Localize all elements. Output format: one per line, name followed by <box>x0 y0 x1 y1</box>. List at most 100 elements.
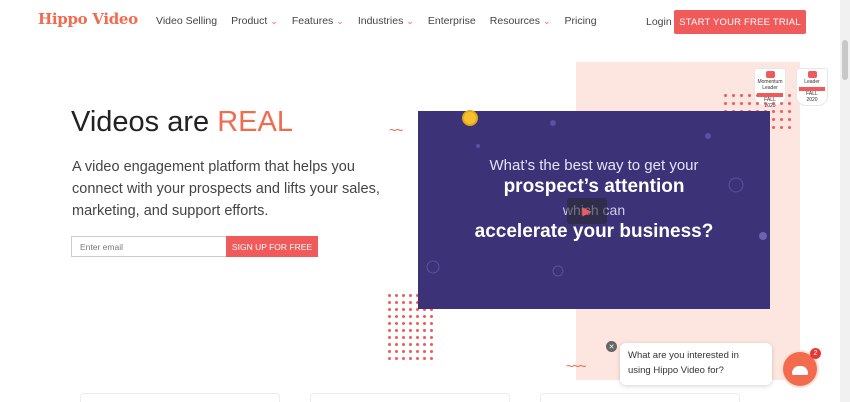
decorative-dot <box>788 110 791 113</box>
decorative-dot <box>748 102 751 105</box>
hero-subtitle: A video engagement platform that helps y… <box>72 159 380 219</box>
decorative-dot <box>409 336 412 339</box>
g2-logo-icon <box>766 71 775 78</box>
decorative-dot <box>756 102 759 105</box>
decorative-dot <box>724 94 727 97</box>
decorative-dot <box>402 336 405 339</box>
decorative-dot <box>780 102 783 105</box>
signup-button[interactable]: SIGN UP FOR FREE <box>226 236 318 257</box>
hero-title: Videos are REAL <box>71 106 293 139</box>
nav-resources[interactable]: Resources ⌄ <box>490 15 551 27</box>
decorative-dot <box>724 102 727 105</box>
decorative-dot <box>430 343 433 346</box>
decorative-dot <box>416 350 419 353</box>
decorative-dot <box>423 343 426 346</box>
decorative-dot <box>388 350 391 353</box>
email-input[interactable]: Enter email <box>71 236 227 257</box>
decorative-dot <box>402 357 405 360</box>
decorative-dot <box>772 102 775 105</box>
badge-title: Momentum Leader <box>757 79 783 91</box>
decorative-dot <box>772 118 775 121</box>
badge-title: Leader <box>804 79 820 85</box>
decorative-dot <box>423 336 426 339</box>
decorative-dot <box>395 315 398 318</box>
decorative-dot <box>395 322 398 325</box>
decorative-dot <box>423 329 426 332</box>
decorative-dot <box>423 315 426 318</box>
close-icon[interactable]: ✕ <box>606 341 617 352</box>
decorative-dot <box>409 329 412 332</box>
page: Hippo Video Video Selling Product ⌄ Feat… <box>0 0 850 402</box>
chevron-down-icon: ⌄ <box>270 15 278 26</box>
decorative-dot <box>388 308 391 311</box>
coin-icon <box>462 110 478 126</box>
nav-label: Industries <box>357 15 404 27</box>
chevron-down-icon: ⌄ <box>406 15 414 26</box>
page-scrollbar[interactable] <box>840 0 850 402</box>
decorative-dot <box>732 102 735 105</box>
decorative-dot <box>740 94 743 97</box>
decorative-dot <box>764 94 767 97</box>
decorative-dot <box>388 336 391 339</box>
g2-badge-leader: Leader FALL 2020 <box>796 68 828 106</box>
decorative-dot <box>395 294 398 297</box>
decorative-dot <box>388 301 391 304</box>
nav-product[interactable]: Product ⌄ <box>231 15 278 27</box>
chat-message-bubble[interactable]: What are you interested in using Hippo V… <box>620 343 772 385</box>
decorative-dot <box>402 308 405 311</box>
decorative-dot <box>416 336 419 339</box>
decorative-dot <box>780 110 783 113</box>
nav-label: Video Selling <box>156 15 218 27</box>
squiggle-decoration: ~~~ <box>566 358 586 374</box>
feature-card <box>540 393 740 402</box>
nav-pricing[interactable]: Pricing <box>565 15 597 27</box>
decorative-dot <box>402 301 405 304</box>
decorative-dot <box>764 102 767 105</box>
decorative-dot <box>388 294 391 297</box>
decorative-dot <box>395 336 398 339</box>
decorative-dot <box>388 329 391 332</box>
decorative-dot <box>416 329 419 332</box>
decorative-dot <box>409 308 412 311</box>
decorative-dot <box>788 94 791 97</box>
decorative-dot <box>388 322 391 325</box>
decorative-dot <box>395 350 398 353</box>
video-caption-line4: accelerate your business? <box>474 221 714 242</box>
decorative-dot <box>416 357 419 360</box>
decorative-dot <box>430 329 433 332</box>
chat-message-text: What are you interested in using Hippo V… <box>628 350 739 376</box>
decorative-dot <box>409 294 412 297</box>
start-free-trial-button[interactable]: START YOUR FREE TRIAL <box>674 10 806 34</box>
decorative-dot <box>772 110 775 113</box>
chat-unread-badge: 2 <box>810 348 821 359</box>
g2-badge-momentum-leader: Momentum Leader FALL 2020 <box>754 68 786 109</box>
play-icon[interactable]: ▶ <box>567 198 607 224</box>
decorative-dot <box>402 294 405 297</box>
decorative-dot <box>430 357 433 360</box>
decorative-dot <box>772 126 775 129</box>
scrollbar-thumb[interactable] <box>842 40 848 80</box>
decorative-dot <box>423 350 426 353</box>
nav-features[interactable]: Features ⌄ <box>292 15 344 27</box>
nav-video-selling[interactable]: Video Selling <box>156 15 217 27</box>
logo[interactable]: Hippo Video <box>38 10 138 28</box>
nav-enterprise[interactable]: Enterprise <box>428 15 476 27</box>
login-link[interactable]: Login <box>646 16 672 28</box>
hero-title-text: Videos are <box>71 106 218 138</box>
nav-industries[interactable]: Industries ⌄ <box>358 15 414 27</box>
chevron-down-icon: ⌄ <box>542 15 551 26</box>
decorative-dot <box>395 308 398 311</box>
feature-card <box>80 393 280 402</box>
nav-label: Pricing <box>564 15 597 27</box>
decorative-dot <box>388 315 391 318</box>
decorative-dot <box>756 94 759 97</box>
chevron-down-icon: ⌄ <box>336 15 344 26</box>
nav-label: Resources <box>489 15 540 27</box>
decorative-dot <box>409 301 412 304</box>
top-navigation: Hippo Video Video Selling Product ⌄ Feat… <box>0 0 840 44</box>
decorative-dot <box>388 357 391 360</box>
email-placeholder: Enter email <box>80 241 123 252</box>
decorative-dot <box>395 357 398 360</box>
video-caption-line1: What’s the best way to get your <box>489 157 699 174</box>
decorative-dot <box>388 343 391 346</box>
